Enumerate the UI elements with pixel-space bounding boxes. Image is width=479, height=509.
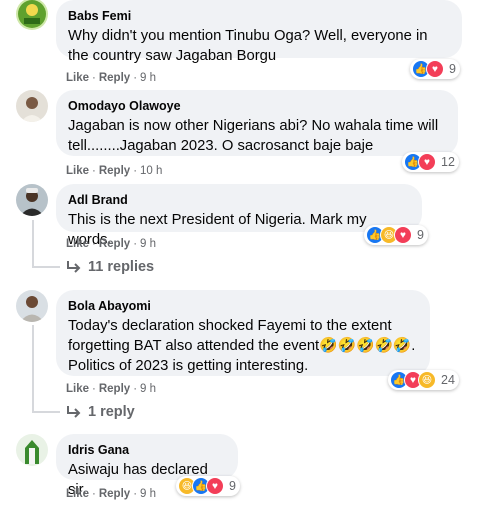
reply-arrow-icon: [67, 261, 81, 273]
avatar-icon: [16, 184, 48, 216]
comment-time[interactable]: 9 h: [140, 72, 156, 84]
avatar-icon: [16, 90, 48, 122]
reaction-summary[interactable]: 👍 😆 ♥ 9: [364, 225, 428, 245]
reply-link[interactable]: Reply: [99, 383, 130, 395]
reply-link[interactable]: Reply: [99, 238, 130, 250]
comment-time[interactable]: 9 h: [140, 383, 156, 395]
love-icon: ♥: [394, 226, 412, 244]
reaction-summary[interactable]: 👍 ♥ 12: [402, 152, 459, 172]
separator: ·: [92, 72, 96, 84]
view-replies-link[interactable]: 11 replies: [66, 259, 154, 275]
reply-link[interactable]: Reply: [99, 72, 130, 84]
reaction-count: 12: [441, 155, 455, 169]
comment-time[interactable]: 9 h: [140, 238, 156, 250]
comment-text: Why didn't you mention Tinubu Oga? Well,…: [68, 28, 428, 64]
comment-bubble: Bola Abayomi Today's declaration shocked…: [56, 290, 430, 376]
thread-line: [32, 411, 60, 413]
reaction-count: 9: [449, 62, 456, 76]
avatar[interactable]: [16, 184, 48, 216]
avatar[interactable]: [16, 90, 48, 122]
comment-bubble: Omodayo Olawoye Jagaban is now other Nig…: [56, 90, 458, 156]
comment-actions: Like · Reply · 9 h: [66, 487, 156, 501]
comment-text: Today's declaration shocked Fayemi to th…: [68, 318, 416, 374]
separator: ·: [133, 238, 138, 250]
comment-author[interactable]: Bola Abayomi: [68, 298, 418, 314]
avatar[interactable]: [16, 434, 48, 466]
comment-bubble: Babs Femi Why didn't you mention Tinubu …: [56, 0, 462, 64]
avatar-icon: [16, 290, 48, 322]
love-icon: ♥: [418, 153, 436, 171]
avatar[interactable]: [16, 0, 48, 30]
like-link[interactable]: Like: [66, 72, 89, 84]
comment-actions: Like · Reply · 10 h: [66, 164, 162, 178]
comment-thread: Babs Femi Why didn't you mention Tinubu …: [0, 0, 479, 509]
avatar-icon: [16, 0, 48, 30]
avatar-icon: [16, 434, 48, 466]
like-link[interactable]: Like: [66, 165, 89, 177]
thread-line: [32, 220, 34, 266]
reply-arrow-icon: [67, 406, 81, 418]
reaction-count: 24: [441, 373, 455, 387]
comment-time[interactable]: 9 h: [140, 488, 156, 500]
replies-count: 11 replies: [88, 259, 155, 275]
comment-actions: Like · Reply · 9 h: [66, 382, 156, 396]
thread-line: [32, 325, 34, 412]
reaction-summary[interactable]: 😆 👍 ♥ 9: [176, 476, 240, 496]
reaction-summary[interactable]: 👍 ♥ 😆 24: [388, 370, 459, 390]
separator: ·: [133, 72, 138, 84]
comment-author[interactable]: Adl Brand: [68, 192, 410, 208]
separator: ·: [92, 488, 96, 500]
separator: ·: [133, 165, 138, 177]
separator: ·: [92, 383, 96, 395]
separator: ·: [92, 165, 96, 177]
comment-time[interactable]: 10 h: [140, 165, 162, 177]
reaction-summary[interactable]: 👍 ♥ 9: [410, 59, 460, 79]
like-link[interactable]: Like: [66, 238, 89, 250]
separator: ·: [133, 488, 138, 500]
comment-actions: Like · Reply · 9 h: [66, 237, 156, 251]
like-link[interactable]: Like: [66, 488, 89, 500]
reply-link[interactable]: Reply: [99, 165, 130, 177]
comment-author[interactable]: Omodayo Olawoye: [68, 98, 446, 114]
reaction-count: 9: [417, 228, 424, 242]
comment-author[interactable]: Babs Femi: [68, 8, 450, 24]
view-replies-link[interactable]: 1 reply: [66, 404, 135, 420]
comment-text: Jagaban is now other Nigerians abi? No w…: [68, 118, 439, 154]
comment-author[interactable]: Idris Gana: [68, 442, 226, 458]
comment-bubble: Adl Brand This is the next President of …: [56, 184, 422, 248]
like-link[interactable]: Like: [66, 383, 89, 395]
avatar[interactable]: [16, 290, 48, 322]
separator: ·: [133, 383, 138, 395]
thread-line: [32, 266, 60, 268]
reply-link[interactable]: Reply: [99, 488, 130, 500]
comment-bubble: Idris Gana Asiwaju has declared sir.: [56, 434, 238, 498]
replies-count: 1 reply: [88, 404, 135, 420]
haha-icon: 😆: [418, 371, 436, 389]
separator: ·: [92, 238, 96, 250]
comment-actions: Like · Reply · 9 h: [66, 71, 156, 85]
love-icon: ♥: [206, 477, 224, 495]
love-icon: ♥: [426, 60, 444, 78]
reaction-count: 9: [229, 479, 236, 493]
